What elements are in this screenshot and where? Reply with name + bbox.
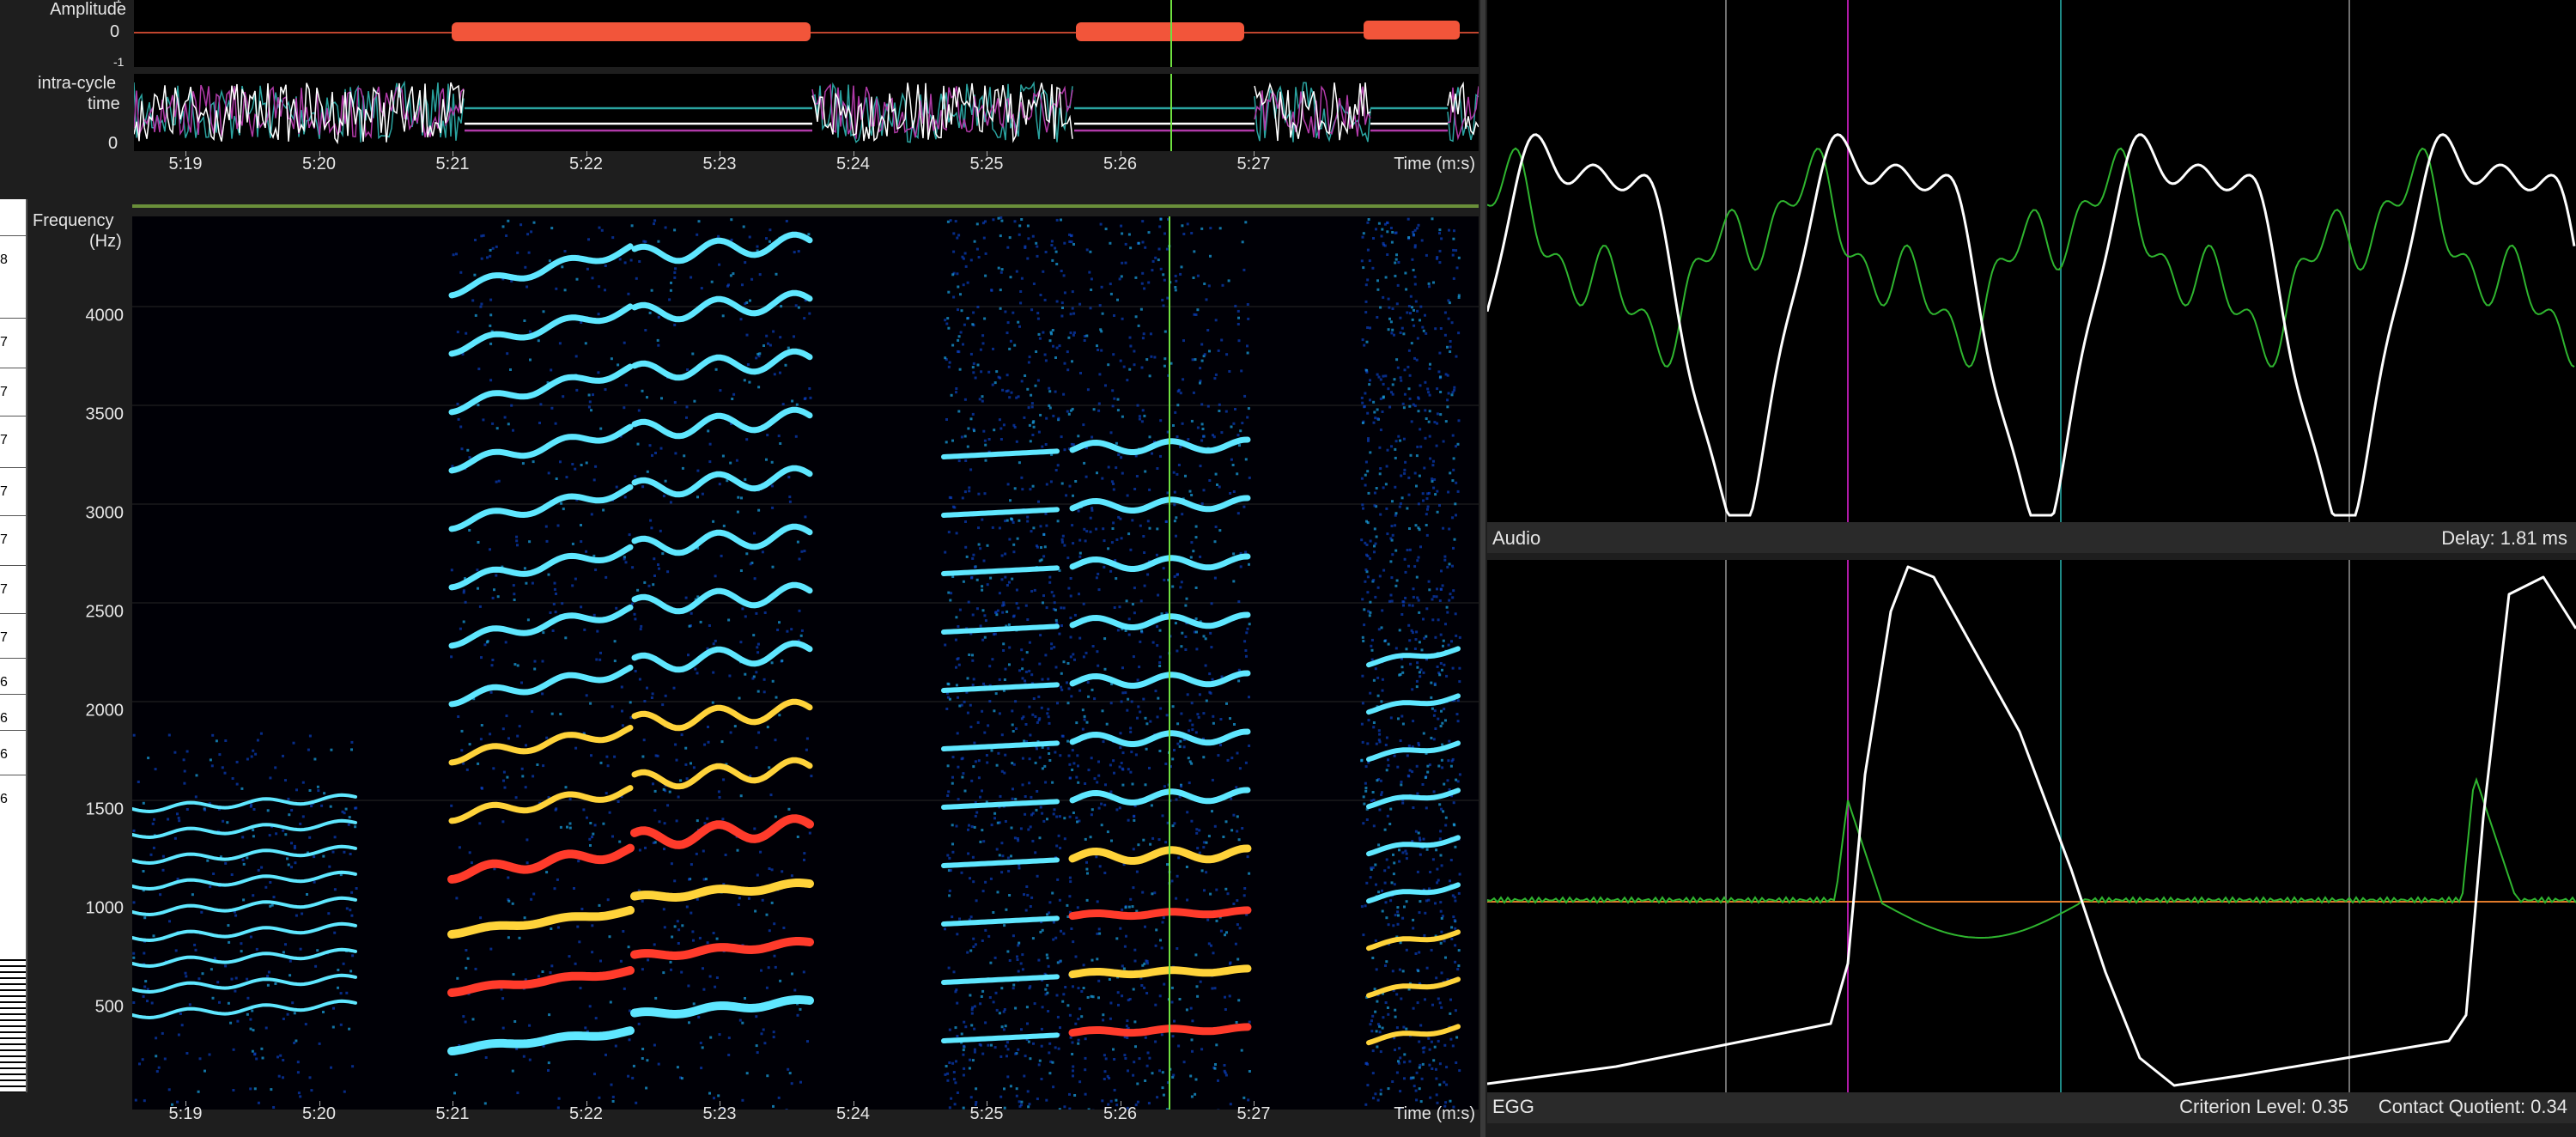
strip-divider [0,467,26,468]
frequency-tick-2500: 2500 [85,602,125,622]
frequency-tick-3500: 3500 [85,404,125,424]
time-axis-top-tickmark-0 [185,151,186,156]
strip-divider [0,515,26,516]
strip-divider [0,694,26,695]
amplitude-waveform [134,0,1479,67]
frequency-label-line1: Frequency [33,211,114,230]
frequency-tick-500: 500 [94,997,124,1017]
time-axis-bottom-unit-label: Time (m:s) [1394,1104,1475,1123]
time-axis-top-tickmark-1 [319,151,320,156]
egg-caption: EGG [1492,1096,1534,1117]
spectrogram-top-bar [132,204,1479,208]
time-axis-bottom-tickmark-1 [319,1101,320,1106]
spectrogram-panel[interactable]: Frequency (Hz) 4000 3500 3000 2500 2000 1500 1… [29,199,1479,1137]
time-axis-top-tick-3: 5:22 [569,155,603,173]
strip-digit: 6 [0,711,8,726]
strip-digit: 7 [0,385,8,399]
frequency-tick-1500: 1500 [85,800,125,819]
time-axis-top-tick-6: 5:25 [969,155,1004,173]
frequency-tick-2000: 2000 [85,701,125,721]
contact-quotient-readout: Contact Quotient: 0.34 [2378,1096,2567,1117]
panel-divider [1480,0,1485,1137]
amplitude-panel[interactable]: Amplitude 1 0 -1 [0,0,1479,69]
intracycle-label-line1: intra-cycle [38,74,117,93]
intracycle-plot[interactable] [134,74,1479,151]
frequency-tick-1000: 1000 [85,898,125,918]
audio-caption-bar: Audio Delay: 1.81 ms [1487,522,2576,553]
time-axis-bottom-tickmark-0 [185,1101,186,1106]
amplitude-plot[interactable] [134,0,1479,67]
time-axis-top-tick-7: 5:26 [1103,155,1137,173]
strip-divider [0,658,26,659]
time-axis-bottom-tick-1: 5:20 [302,1104,336,1123]
time-axis-top: 5:19 5:20 5:21 5:22 5:23 5:24 5:25 5:26 5:27 Time… [134,151,1479,180]
strip-digit: 6 [0,792,8,806]
criterion-level-readout: Criterion Level: 0.35 [2179,1096,2348,1117]
intracycle-label-line2: time [88,94,120,113]
strip-digit: 7 [0,532,8,547]
egg-waveform-panel[interactable] [1487,560,2576,1092]
strip-divider [0,613,26,614]
time-axis-bottom-tick-7: 5:26 [1103,1104,1137,1123]
amplitude-tick-1: 1 [115,0,122,5]
time-axis-top-unit-label: Time (m:s) [1394,155,1475,173]
audio-waveform-panel[interactable] [1487,0,2576,522]
time-axis-bottom-tick-8: 5:27 [1236,1104,1271,1123]
time-axis-top-tick-5: 5:24 [836,155,870,173]
time-axis-bottom-tick-5: 5:24 [836,1104,870,1123]
time-axis-top-tick-4: 5:23 [702,155,737,173]
time-axis-top-tick-2: 5:21 [435,155,470,173]
amplitude-tick-0: 0 [110,22,120,41]
intracycle-traces [134,74,1479,151]
intracycle-tick-0: 0 [108,134,118,153]
strip-lines [0,955,26,1092]
egg-caption-bar: EGG Criterion Level: 0.35 Contact Quotie… [1487,1092,2576,1123]
delay-readout: Delay: 1.81 ms [2441,527,2567,549]
audio-caption: Audio [1492,527,1541,549]
time-axis-bottom-tickmark-8 [1254,1101,1255,1106]
time-axis-top-tickmark-3 [586,151,587,156]
strip-digit: 7 [0,484,8,499]
spectrogram-image [132,216,1479,1110]
time-axis-top-tickmark-8 [1254,151,1255,156]
amplitude-tick-minus-1: -1 [113,55,125,69]
strip-digit: 7 [0,582,8,597]
time-axis-bottom-tick-0: 5:19 [168,1104,203,1123]
time-axis-bottom: 5:19 5:20 5:21 5:22 5:23 5:24 5:25 5:26 5:27 Time… [134,1101,1479,1130]
strip-divider [0,730,26,731]
time-axis-bottom-tickmark-3 [586,1101,587,1106]
frequency-tick-4000: 4000 [85,306,125,325]
time-axis-top-tick-1: 5:20 [302,155,336,173]
frequency-tick-3000: 3000 [85,503,125,523]
time-axis-bottom-tick-4: 5:23 [702,1104,737,1123]
strip-digit: 7 [0,630,8,645]
strip-digit: 7 [0,433,8,447]
strip-digit: 6 [0,675,8,690]
left-side-strip: 8 7 7 7 7 7 7 7 6 6 6 6 [0,199,27,1092]
spectrogram-plot[interactable] [132,216,1479,1110]
time-axis-top-tick-8: 5:27 [1236,155,1271,173]
audio-waveform [1487,0,2576,522]
time-axis-bottom-tick-3: 5:22 [569,1104,603,1123]
strip-digit: 8 [0,252,8,267]
intracycle-panel[interactable]: intra-cycle time 0 5:19 5:20 5:21 5:22 5:23 5… [0,70,1479,180]
strip-divider [0,565,26,566]
time-axis-top-tick-0: 5:19 [168,155,203,173]
frequency-label-line2: (Hz) [89,232,122,251]
strip-divider [0,318,26,319]
time-axis-bottom-tick-6: 5:25 [969,1104,1004,1123]
strip-digit: 7 [0,335,8,350]
time-axis-bottom-tick-2: 5:21 [435,1104,470,1123]
egg-waveform [1487,560,2576,1092]
strip-digit: 6 [0,747,8,762]
strip-divider [0,235,26,236]
